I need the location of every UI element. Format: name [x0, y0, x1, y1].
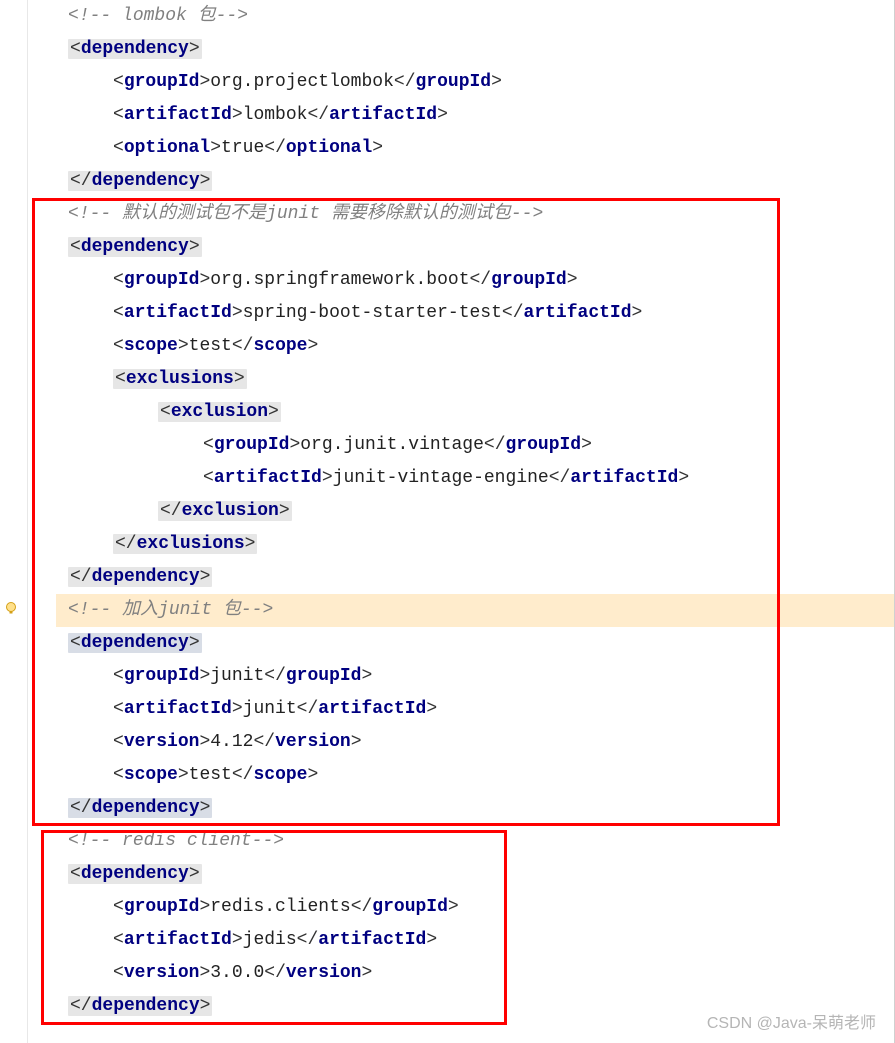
tag-name: version — [124, 732, 200, 752]
tag-value: org.projectlombok — [210, 72, 394, 92]
xml-open-tag: <exclusion> — [28, 396, 894, 429]
tag-name: dependency — [92, 171, 200, 191]
tag-name: version — [286, 963, 362, 983]
xml-comment: <!-- lombok 包--> — [28, 0, 894, 33]
code-block: <!-- lombok 包--> <dependency> <groupId>o… — [0, 0, 894, 1023]
tag-value: lombok — [243, 105, 308, 125]
tag-value: spring-boot-starter-test — [243, 303, 502, 323]
tag-name: artifactId — [214, 468, 322, 488]
tag-name: dependency — [92, 798, 200, 818]
xml-close-tag: </dependency> — [28, 561, 894, 594]
xml-element: <version>4.12</version> — [28, 726, 894, 759]
tag-name: groupId — [124, 270, 200, 290]
tag-value: junit-vintage-engine — [333, 468, 549, 488]
xml-element: <artifactId>junit-vintage-engine</artifa… — [28, 462, 894, 495]
xml-close-tag: </dependency> — [28, 792, 894, 825]
xml-element: <optional>true</optional> — [28, 132, 894, 165]
tag-value: redis.clients — [210, 897, 350, 917]
xml-close-tag: </dependency> — [28, 165, 894, 198]
tag-name: scope — [253, 765, 307, 785]
xml-open-tag: <dependency> — [28, 627, 894, 660]
tag-value: org.springframework.boot — [210, 270, 469, 290]
xml-close-tag: </exclusions> — [28, 528, 894, 561]
xml-close-tag: </exclusion> — [28, 495, 894, 528]
tag-name: dependency — [92, 996, 200, 1016]
tag-name: exclusions — [126, 369, 234, 389]
gutter — [0, 0, 28, 1043]
tag-name: artifactId — [124, 105, 232, 125]
comment-text: !-- 默认的测试包不是junit 需要移除默认的测试包-- — [79, 204, 533, 224]
xml-element: <artifactId>jedis</artifactId> — [28, 924, 894, 957]
tag-name: groupId — [416, 72, 492, 92]
xml-element: <groupId>junit</groupId> — [28, 660, 894, 693]
xml-comment: <!-- 加入junit 包--> — [28, 594, 894, 627]
tag-name: groupId — [124, 72, 200, 92]
tag-name: groupId — [286, 666, 362, 686]
tag-name: version — [275, 732, 351, 752]
tag-name: groupId — [372, 897, 448, 917]
tag-name: version — [124, 963, 200, 983]
xml-element: <artifactId>junit</artifactId> — [28, 693, 894, 726]
tag-name: artifactId — [570, 468, 678, 488]
comment-text: !-- 加入junit 包-- — [79, 600, 263, 620]
tag-name: groupId — [506, 435, 582, 455]
xml-element: <scope>test</scope> — [28, 330, 894, 363]
xml-open-tag: <exclusions> — [28, 363, 894, 396]
tag-value: 4.12 — [210, 732, 253, 752]
code-editor: <!-- lombok 包--> <dependency> <groupId>o… — [0, 0, 895, 1043]
comment-text: !-- redis client-- — [79, 831, 273, 851]
xml-element: <artifactId>lombok</artifactId> — [28, 99, 894, 132]
comment-text: !-- lombok 包-- — [79, 6, 237, 26]
tag-name: dependency — [81, 39, 189, 59]
tag-name: scope — [124, 336, 178, 356]
tag-value: org.junit.vintage — [300, 435, 484, 455]
tag-value: 3.0.0 — [210, 963, 264, 983]
tag-name: groupId — [214, 435, 290, 455]
tag-name: dependency — [92, 567, 200, 587]
tag-name: optional — [286, 138, 372, 158]
xml-element: <scope>test</scope> — [28, 759, 894, 792]
tag-name: artifactId — [318, 699, 426, 719]
tag-name: exclusion — [171, 402, 268, 422]
tag-value: junit — [243, 699, 297, 719]
tag-value: junit — [210, 666, 264, 686]
xml-element: <groupId>redis.clients</groupId> — [28, 891, 894, 924]
tag-name: exclusions — [137, 534, 245, 554]
tag-name: dependency — [81, 237, 189, 257]
lightbulb-icon[interactable] — [4, 601, 18, 615]
tag-name: optional — [124, 138, 210, 158]
xml-close-tag: </dependency> — [28, 990, 894, 1023]
tag-name: artifactId — [124, 699, 232, 719]
xml-element: <version>3.0.0</version> — [28, 957, 894, 990]
xml-element: <artifactId>spring-boot-starter-test</ar… — [28, 297, 894, 330]
tag-name: groupId — [124, 897, 200, 917]
tag-name: scope — [124, 765, 178, 785]
xml-element: <groupId>org.springframework.boot</group… — [28, 264, 894, 297]
tag-name: artifactId — [124, 303, 232, 323]
xml-comment: <!-- redis client--> — [28, 825, 894, 858]
tag-name: artifactId — [329, 105, 437, 125]
xml-comment: <!-- 默认的测试包不是junit 需要移除默认的测试包--> — [28, 198, 894, 231]
xml-element: <groupId>org.junit.vintage</groupId> — [28, 429, 894, 462]
tag-name: artifactId — [124, 930, 232, 950]
tag-value: test — [189, 765, 232, 785]
tag-name: groupId — [124, 666, 200, 686]
tag-value: test — [189, 336, 232, 356]
tag-value: true — [221, 138, 264, 158]
tag-name: artifactId — [524, 303, 632, 323]
xml-open-tag: <dependency> — [28, 231, 894, 264]
xml-open-tag: <dependency> — [28, 858, 894, 891]
tag-name: exclusion — [182, 501, 279, 521]
tag-name: groupId — [491, 270, 567, 290]
tag-name: dependency — [81, 633, 189, 653]
tag-name: dependency — [81, 864, 189, 884]
xml-open-tag: <dependency> — [28, 33, 894, 66]
tag-name: artifactId — [318, 930, 426, 950]
tag-name: scope — [253, 336, 307, 356]
tag-value: jedis — [243, 930, 297, 950]
xml-element: <groupId>org.projectlombok</groupId> — [28, 66, 894, 99]
